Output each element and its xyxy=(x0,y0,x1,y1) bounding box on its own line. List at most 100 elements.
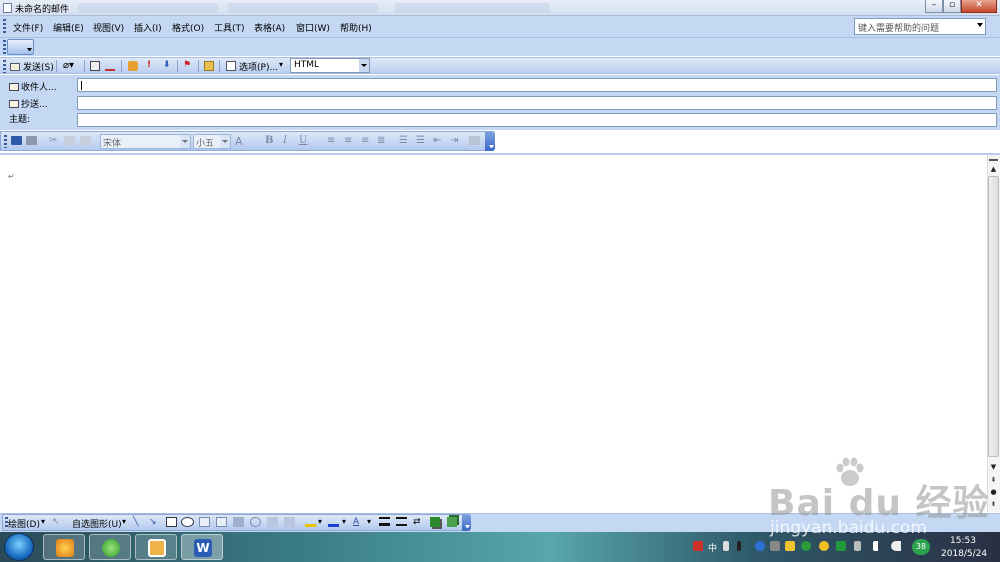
arrow-style-icon[interactable]: ⇄ xyxy=(413,517,421,527)
decrease-indent-icon[interactable]: ⇤ xyxy=(433,135,441,146)
toolbar-grip-icon[interactable] xyxy=(3,60,6,73)
menu-help[interactable]: 帮助(H) xyxy=(340,21,372,34)
chevron-down-icon[interactable]: ▾ xyxy=(41,517,45,526)
print-icon[interactable] xyxy=(26,136,37,145)
menu-format[interactable]: 格式(O) xyxy=(172,21,204,34)
select-objects-icon[interactable]: ↖ xyxy=(52,517,60,527)
360-tray-icon[interactable] xyxy=(819,541,829,551)
next-page-icon[interactable]: ⇟ xyxy=(988,500,999,508)
send-button[interactable]: 发送(S) xyxy=(23,60,54,73)
browse-object-icon[interactable]: ● xyxy=(988,488,999,496)
attach-file-icon[interactable] xyxy=(128,61,138,71)
align-right-icon[interactable]: ≡ xyxy=(361,135,369,146)
scroll-down-icon[interactable]: ▼ xyxy=(988,463,999,471)
scrollbar-thumb[interactable] xyxy=(988,176,999,457)
chevron-down-icon[interactable] xyxy=(359,59,369,72)
menu-file[interactable]: 文件(F) xyxy=(13,21,43,34)
chevron-down-icon[interactable] xyxy=(977,23,983,27)
usb-icon[interactable] xyxy=(854,541,861,551)
fill-color-icon[interactable] xyxy=(305,517,316,527)
cc-button[interactable]: 抄送... xyxy=(9,97,48,110)
line-icon[interactable]: ╲ xyxy=(133,517,138,527)
toolbar-options-button[interactable] xyxy=(7,39,34,55)
line-color-icon[interactable] xyxy=(328,517,339,527)
justify-icon[interactable]: ≣ xyxy=(377,135,385,146)
split-handle[interactable] xyxy=(989,155,998,161)
font-name-select[interactable]: 宋体 xyxy=(100,134,191,149)
wordart-icon[interactable] xyxy=(233,517,244,527)
autoshapes-menu-button[interactable]: 自选图形(U) xyxy=(72,517,122,530)
outlook-tray-icon[interactable] xyxy=(785,541,795,551)
shadow-style-icon[interactable] xyxy=(430,517,440,527)
copy-icon[interactable] xyxy=(64,136,75,145)
options-button[interactable]: 选项(P)... xyxy=(239,60,278,73)
increase-indent-icon[interactable]: ⇥ xyxy=(450,135,458,146)
diagram-icon[interactable] xyxy=(250,517,261,527)
align-left-icon[interactable]: ≡ xyxy=(327,135,335,146)
chevron-down-icon[interactable]: ▾ xyxy=(279,60,283,69)
font-size-select[interactable]: 小五 xyxy=(193,134,231,149)
picture-icon[interactable] xyxy=(284,517,295,527)
chevron-down-icon[interactable] xyxy=(180,135,190,148)
clock-date[interactable]: 2018/5/24 xyxy=(941,549,987,559)
chevron-down-icon[interactable]: ▾ xyxy=(342,517,346,526)
low-importance-icon[interactable]: ⬇ xyxy=(163,60,171,70)
scroll-up-icon[interactable]: ▲ xyxy=(988,165,999,173)
subject-field[interactable] xyxy=(77,113,997,127)
high-importance-icon[interactable]: ! xyxy=(147,60,151,70)
toolbar-grip-icon[interactable] xyxy=(3,40,6,54)
taskbar-browser-app[interactable] xyxy=(43,534,85,560)
clipart-icon[interactable] xyxy=(267,517,278,527)
menu-edit[interactable]: 编辑(E) xyxy=(53,21,84,34)
refresh-icon[interactable] xyxy=(801,541,811,551)
menu-window[interactable]: 窗口(W) xyxy=(296,21,330,34)
align-center-icon[interactable]: ≡ xyxy=(344,135,352,146)
punctuation-icon[interactable] xyxy=(723,541,729,551)
cut-icon[interactable]: ✂ xyxy=(49,135,57,146)
clock-time[interactable]: 15:53 xyxy=(950,536,976,546)
plus-tray-icon[interactable] xyxy=(836,541,846,551)
restore-button[interactable]: ▫ xyxy=(943,0,961,13)
draw-menu-button[interactable]: 绘图(D) xyxy=(8,517,40,530)
options-page-icon[interactable] xyxy=(226,61,236,71)
rectangle-icon[interactable] xyxy=(166,517,177,527)
arrow-icon[interactable]: ↘ xyxy=(149,517,157,527)
start-button[interactable] xyxy=(4,533,34,561)
taskbar-outlook-app[interactable] xyxy=(135,534,177,560)
taskbar-word-app[interactable]: W xyxy=(181,534,223,560)
address-book-icon[interactable] xyxy=(90,61,100,71)
toolbar-options-button[interactable] xyxy=(462,514,471,531)
menu-insert[interactable]: 插入(I) xyxy=(134,21,162,34)
bold-button[interactable]: B xyxy=(265,135,273,146)
font-color-button[interactable]: A xyxy=(235,135,243,148)
notification-badge[interactable]: 38 xyxy=(912,539,930,555)
chevron-down-icon[interactable] xyxy=(220,135,230,148)
input-language[interactable]: 中 xyxy=(708,541,717,554)
toolbar-options-button[interactable] xyxy=(485,131,495,151)
bullet-list-icon[interactable]: ☰ xyxy=(416,135,425,146)
minimize-button[interactable]: – xyxy=(925,0,943,13)
taskbar-360-app[interactable] xyxy=(89,534,131,560)
close-button[interactable]: ✕ xyxy=(961,0,997,13)
italic-button[interactable]: I xyxy=(283,135,287,146)
numbered-list-icon[interactable]: ☰ xyxy=(399,135,408,146)
background-tab-3[interactable] xyxy=(395,3,550,13)
highlight-icon[interactable] xyxy=(469,136,480,145)
tray-arrow-icon[interactable] xyxy=(770,541,780,551)
chevron-down-icon[interactable]: ▾ xyxy=(367,517,371,526)
to-button[interactable]: 收件人... xyxy=(9,80,57,93)
help-icon[interactable] xyxy=(755,541,765,551)
toolbar-grip-icon[interactable] xyxy=(4,135,7,148)
background-tab-2[interactable] xyxy=(228,3,378,13)
chevron-down-icon[interactable]: ▾ xyxy=(318,517,322,526)
font-color-icon[interactable]: A xyxy=(353,517,359,527)
to-field[interactable] xyxy=(77,78,997,92)
soft-keyboard-icon[interactable] xyxy=(737,541,741,551)
cc-field[interactable] xyxy=(77,96,997,110)
menu-tools[interactable]: 工具(T) xyxy=(214,21,245,34)
chevron-down-icon[interactable]: ▾ xyxy=(122,517,126,526)
check-names-icon[interactable] xyxy=(105,61,115,71)
flag-icon[interactable]: ⚑ xyxy=(183,60,191,70)
line-style-icon[interactable] xyxy=(379,517,390,526)
toolbar-grip-icon[interactable] xyxy=(3,19,6,35)
